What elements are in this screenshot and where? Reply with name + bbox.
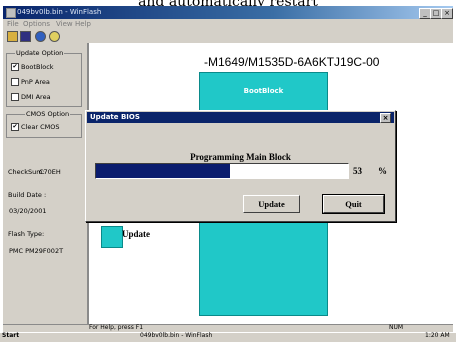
update-button[interactable]: Update (243, 195, 300, 213)
start-button[interactable]: Start (2, 332, 19, 339)
menu-bar: File Options View Help (3, 19, 453, 29)
dialog-titlebar: Update BIOS × (87, 112, 394, 123)
options-panel: Update Option ✔ BootBlock PnP Area DMI A… (3, 43, 89, 324)
flash-icon[interactable] (35, 31, 46, 42)
dmi-area-label: DMI Area (21, 93, 51, 101)
menu-help[interactable]: Help (75, 19, 91, 29)
progress-status-text: Programming Main Block (190, 152, 291, 162)
cmos-option-title: CMOS Option (25, 110, 71, 118)
update-legend-label: Update (122, 229, 151, 239)
update-bios-dialog: Update BIOS × Programming Main Block 53 … (85, 110, 396, 222)
checksum-value: C70EH (39, 168, 61, 176)
progress-percent-sign: % (378, 166, 387, 176)
build-date-label: Build Date : (8, 191, 47, 199)
clear-cmos-checkbox[interactable]: ✔ (11, 123, 19, 131)
board-model-text: -M1649/M1535D-6A6KTJ19C-00 (204, 55, 380, 69)
menu-view[interactable]: View (56, 19, 73, 29)
clear-cmos-label: Clear CMOS (21, 123, 60, 131)
window-titlebar: 049bv0lb.bin - WinFlash _ □ × (3, 6, 453, 19)
flash-type-value: PMC PM29F002T (9, 247, 64, 255)
pnp-area-label: PnP Area (21, 78, 50, 86)
flash-type-label: Flash Type: (8, 230, 45, 238)
open-icon[interactable] (7, 31, 18, 42)
bootblock-label: BootBlock (21, 63, 54, 71)
taskbar-app-button[interactable]: 049bv0lb.bin - WinFlash (140, 332, 212, 339)
toolbar (3, 29, 453, 44)
cmos-option-group: CMOS Option ✔ Clear CMOS (6, 110, 82, 138)
pnp-area-checkbox[interactable] (11, 78, 19, 86)
bootblock-checkbox[interactable]: ✔ (11, 63, 19, 71)
progress-bar (95, 163, 349, 179)
save-icon[interactable] (20, 31, 31, 42)
update-option-group: Update Option ✔ BootBlock PnP Area DMI A… (6, 49, 82, 107)
app-icon (6, 8, 16, 18)
close-button[interactable]: × (441, 8, 453, 19)
update-legend-swatch (101, 226, 123, 248)
bootblock-region-label: BootBlock (243, 87, 284, 95)
help-icon[interactable] (49, 31, 60, 42)
menu-options[interactable]: Options (23, 19, 50, 29)
progress-bar-fill (96, 164, 230, 178)
window-title: 049bv0lb.bin - WinFlash (17, 8, 102, 16)
num-lock-indicator: NUM (389, 324, 404, 331)
taskbar-clock: 1:20 AM (425, 332, 450, 339)
menu-file[interactable]: File (7, 19, 19, 29)
progress-percent-value: 53 (353, 166, 362, 176)
dialog-title: Update BIOS (90, 113, 140, 121)
dmi-area-checkbox[interactable] (11, 93, 19, 101)
update-option-title: Update Option (15, 49, 65, 57)
dialog-close-icon[interactable]: × (380, 113, 391, 123)
quit-button[interactable]: Quit (322, 194, 385, 214)
build-date-value: 03/20/2001 (9, 207, 47, 215)
status-help-text: For Help, press F1 (89, 324, 144, 331)
